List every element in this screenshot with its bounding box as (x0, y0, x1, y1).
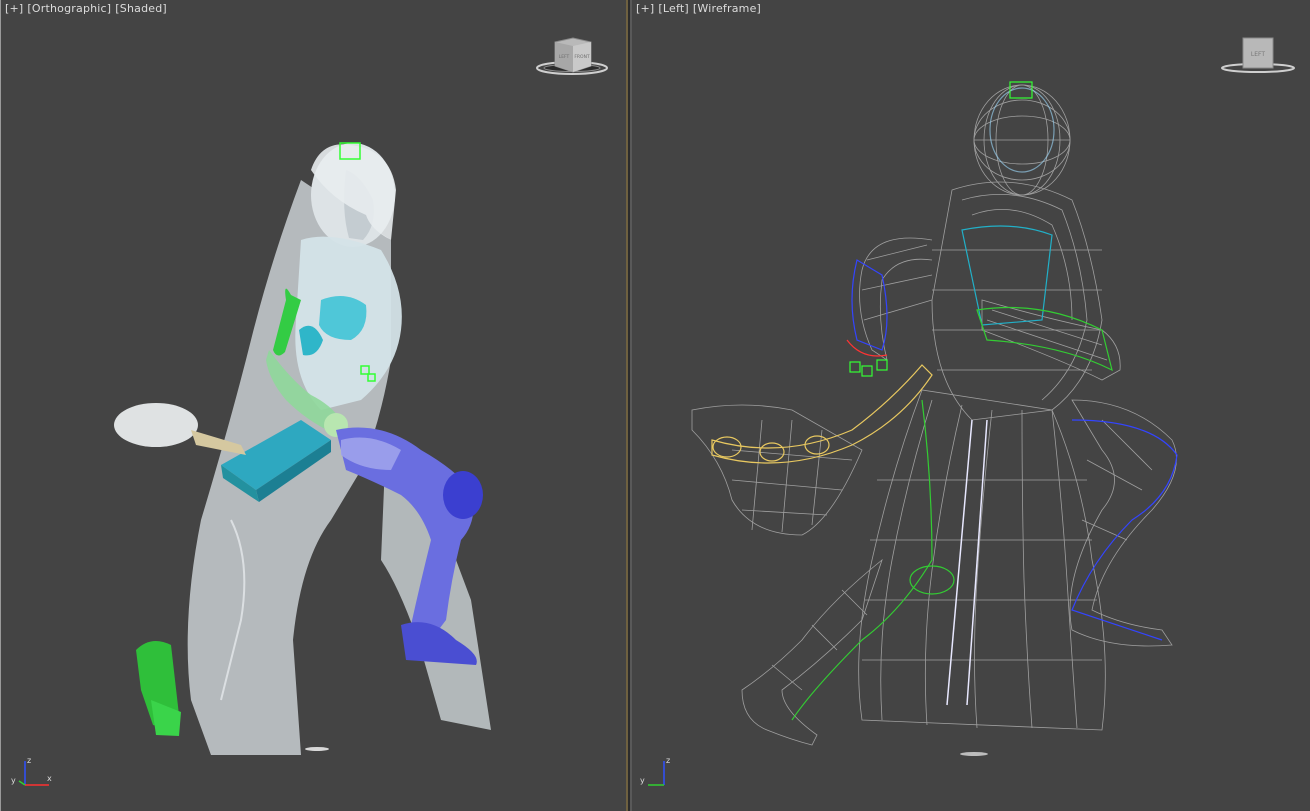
axis-z-label: z (27, 756, 31, 765)
viewport-orthographic[interactable]: [+] [Orthographic] [Shaded] LEFT FRONT z… (0, 0, 626, 811)
axis-z-label: z (666, 756, 670, 765)
axis-x-label: x (47, 774, 52, 783)
axis-y-label: y (640, 776, 645, 785)
axis-tripod: z y (640, 755, 680, 791)
axis-tripod: z y x (9, 755, 55, 791)
shaded-character-model[interactable] (1, 0, 626, 811)
axis-y-label: y (11, 776, 16, 785)
wireframe-character-model[interactable] (632, 0, 1310, 811)
viewport-left-wireframe[interactable]: [+] [Left] [Wireframe] LEFT z y (632, 0, 1310, 811)
